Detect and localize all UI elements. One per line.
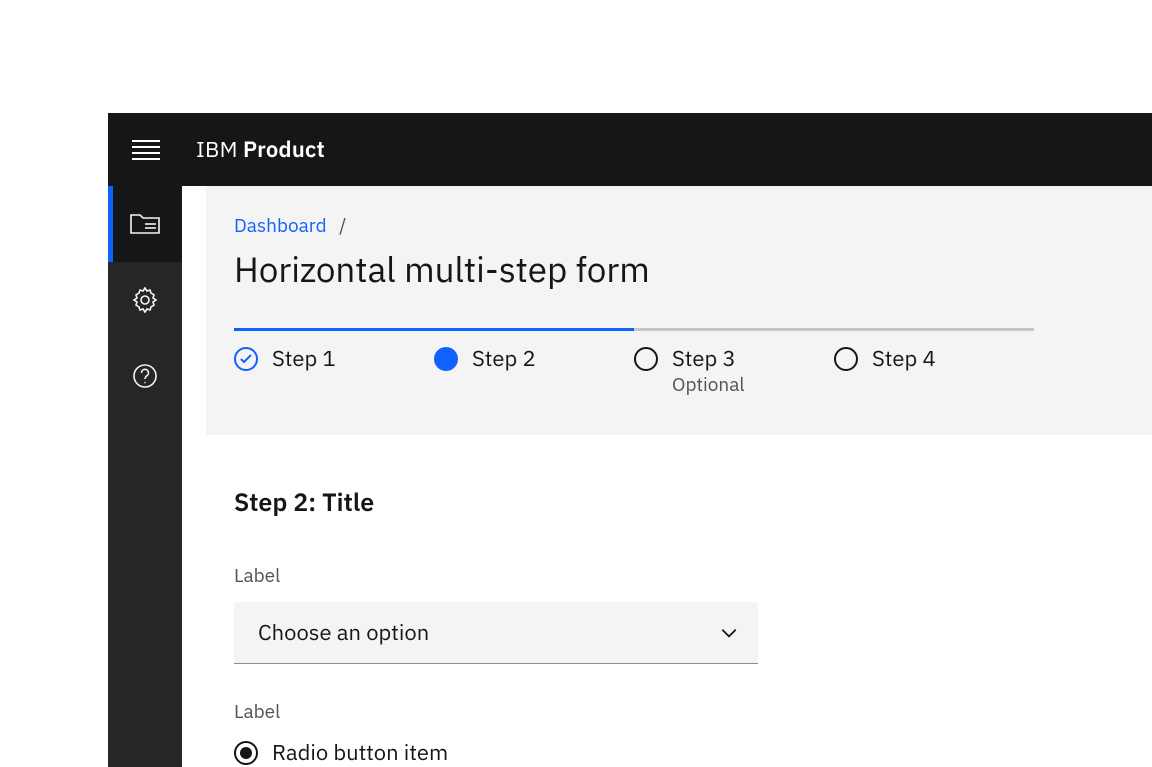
folder-icon xyxy=(130,211,160,237)
radio-option-1[interactable]: Radio button item xyxy=(234,738,1152,767)
menu-icon[interactable] xyxy=(132,140,160,160)
dropdown-label: Label xyxy=(234,564,1152,588)
progress-step-label: Step 2 xyxy=(472,347,536,371)
checkmark-icon xyxy=(234,347,258,371)
global-header: IBM Product xyxy=(108,113,1152,186)
gear-icon xyxy=(131,286,159,314)
current-step-icon xyxy=(434,347,458,371)
progress-indicator: Step 1 Step 2 xyxy=(234,328,1034,397)
dropdown-placeholder: Choose an option xyxy=(258,618,429,647)
nav-item-folder[interactable] xyxy=(108,186,182,262)
progress-step-sublabel: Optional xyxy=(672,373,745,397)
form-body: Step 2: Title Label Choose an option Lab… xyxy=(182,435,1152,767)
breadcrumb-link-dashboard[interactable]: Dashboard xyxy=(234,214,327,238)
radio-group-label: Label xyxy=(234,700,1152,724)
progress-step-1[interactable]: Step 1 xyxy=(234,328,434,397)
progress-step-label: Step 3 xyxy=(672,347,745,371)
progress-step-label: Step 4 xyxy=(872,347,936,371)
progress-step-4[interactable]: Step 4 xyxy=(834,328,1034,397)
progress-step-3[interactable]: Step 3 Optional xyxy=(634,328,834,397)
progress-step-label: Step 1 xyxy=(272,347,336,371)
dropdown-select[interactable]: Choose an option xyxy=(234,602,758,664)
incomplete-step-icon xyxy=(834,347,858,371)
nav-item-help[interactable] xyxy=(108,338,182,414)
progress-step-2[interactable]: Step 2 xyxy=(434,328,634,397)
step-heading: Step 2: Title xyxy=(234,485,1152,518)
page-title: Horizontal multi-step form xyxy=(234,246,1152,292)
chevron-down-icon xyxy=(720,624,738,642)
page-header-panel: Dashboard / Horizontal multi-step form xyxy=(206,186,1152,435)
nav-item-settings[interactable] xyxy=(108,262,182,338)
radio-option-label: Radio button item xyxy=(272,738,448,767)
breadcrumb: Dashboard / xyxy=(234,214,1152,238)
brand-title: IBM Product xyxy=(196,135,325,164)
breadcrumb-separator: / xyxy=(339,214,346,238)
left-nav-rail xyxy=(108,186,182,767)
help-icon xyxy=(132,363,158,389)
radio-button-icon xyxy=(234,741,258,765)
main-content: Dashboard / Horizontal multi-step form xyxy=(182,186,1152,767)
incomplete-step-icon xyxy=(634,347,658,371)
